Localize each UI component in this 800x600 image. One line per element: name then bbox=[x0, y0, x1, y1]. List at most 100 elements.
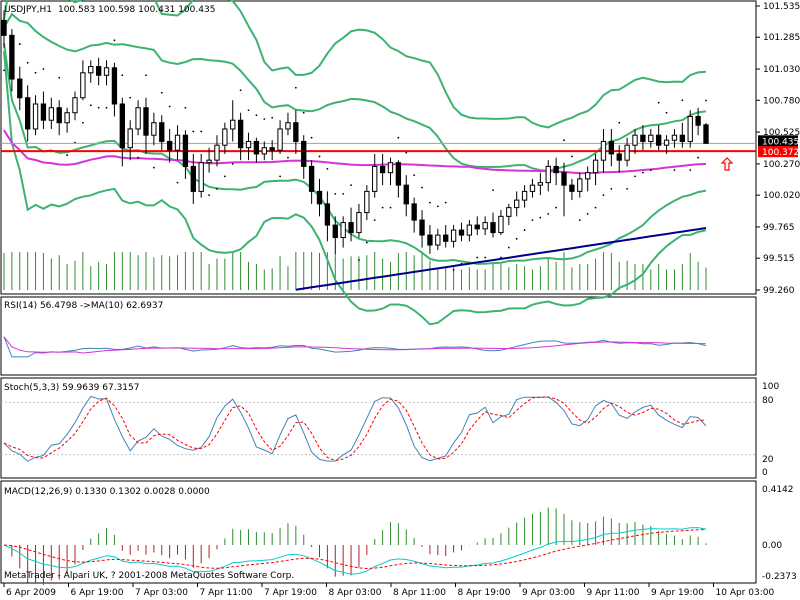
candle-body bbox=[206, 159, 212, 164]
sar-dot bbox=[665, 111, 668, 114]
time-tick-label: 7 Apr 03:00 bbox=[135, 588, 188, 598]
candle-body bbox=[648, 134, 654, 142]
candle-body bbox=[269, 147, 275, 151]
time-tick-label: 9 Apr 11:00 bbox=[587, 588, 640, 598]
candle-body bbox=[545, 165, 551, 184]
macd-level-top: 0.4142 bbox=[762, 485, 794, 495]
sar-dot bbox=[350, 184, 352, 187]
sar-dot bbox=[81, 121, 84, 124]
sar-dot bbox=[160, 91, 163, 94]
candle-body bbox=[364, 190, 370, 214]
candle-body bbox=[521, 190, 528, 201]
candle-body bbox=[490, 222, 496, 234]
sar-dot bbox=[129, 96, 132, 99]
sar-dot bbox=[326, 168, 329, 170]
candle-body bbox=[514, 199, 520, 209]
sar-dot bbox=[673, 169, 676, 172]
sar-dot bbox=[105, 106, 108, 109]
sar-dot bbox=[389, 206, 392, 209]
price-tick-label: 100.270 bbox=[763, 160, 800, 170]
sar-dot bbox=[294, 86, 297, 89]
candle-body bbox=[458, 229, 465, 236]
candle-body bbox=[529, 184, 536, 192]
candle-body bbox=[600, 140, 607, 161]
macd-label: MACD(12,26,9) 0.1330 0.1302 0.0028 0.000… bbox=[4, 487, 210, 497]
stoch-level-80: 80 bbox=[762, 396, 774, 406]
time-tick-label: 7 Apr 11:00 bbox=[200, 588, 253, 598]
candle-body bbox=[450, 229, 457, 242]
sar-dot bbox=[334, 192, 337, 195]
sar-dot bbox=[444, 201, 447, 204]
candle-body bbox=[9, 34, 15, 80]
current-price-tag: 100.435 bbox=[758, 135, 799, 147]
candle-body bbox=[222, 128, 228, 146]
sar-dot bbox=[507, 246, 510, 249]
sar-dot bbox=[3, 69, 5, 72]
sar-dot bbox=[697, 156, 700, 159]
candle-body bbox=[379, 165, 386, 174]
sar-dot bbox=[531, 219, 534, 221]
sar-dot bbox=[342, 192, 345, 195]
sar-dot bbox=[634, 175, 636, 178]
candle-body bbox=[624, 144, 630, 161]
sar-dot bbox=[523, 229, 526, 231]
sar-dot bbox=[649, 169, 652, 172]
stoch-level-20: 20 bbox=[762, 455, 774, 465]
candle-body bbox=[64, 112, 70, 124]
candle-body bbox=[671, 134, 678, 141]
candle-body bbox=[24, 97, 31, 130]
candle-body bbox=[435, 234, 441, 246]
price-tick-label: 99.515 bbox=[763, 254, 795, 264]
sar-dot bbox=[641, 171, 644, 174]
sar-dot bbox=[705, 99, 707, 102]
sar-dot bbox=[484, 256, 487, 259]
candle-body bbox=[72, 97, 78, 114]
sar-dot bbox=[436, 205, 439, 208]
sar-dot bbox=[168, 105, 171, 108]
sar-dot bbox=[271, 116, 274, 119]
sar-dot bbox=[657, 101, 660, 104]
time-tick-label: 8 Apr 03:00 bbox=[329, 588, 382, 598]
candle-body bbox=[356, 212, 362, 234]
candle-body bbox=[395, 162, 402, 186]
candle-body bbox=[151, 122, 157, 136]
sar-dot bbox=[89, 104, 92, 107]
sar-dot bbox=[429, 201, 431, 204]
copyright-text: MetaTrader - Alpari UK, ? 2001-2008 Meta… bbox=[4, 571, 294, 581]
time-tick-label: 6 Apr 19:00 bbox=[71, 588, 124, 598]
trading-chart[interactable]: USDJPY,H1 100.583 100.598 100.431 100.435… bbox=[0, 0, 800, 600]
candle-body bbox=[308, 165, 315, 192]
candle-body bbox=[159, 122, 165, 142]
candle-body bbox=[640, 134, 646, 142]
candle-body bbox=[48, 107, 54, 121]
sar-dot bbox=[263, 118, 266, 120]
sar-dot bbox=[145, 74, 147, 77]
sar-dot bbox=[318, 155, 321, 158]
time-tick-label: 8 Apr 11:00 bbox=[393, 588, 446, 598]
price-tick-label: 101.535 bbox=[763, 2, 800, 12]
candle-body bbox=[301, 140, 307, 167]
sar-dot bbox=[247, 109, 250, 112]
sar-dot bbox=[310, 136, 313, 139]
price-tick-label: 100.020 bbox=[763, 191, 800, 201]
candle-body bbox=[17, 78, 23, 99]
sar-dot bbox=[476, 256, 479, 259]
candle-body bbox=[237, 119, 244, 149]
time-tick-label: 10 Apr 03:00 bbox=[716, 588, 775, 598]
sar-dot bbox=[216, 187, 218, 190]
candle-body bbox=[198, 162, 204, 192]
sar-dot bbox=[571, 155, 573, 158]
sar-dot bbox=[515, 237, 518, 240]
svg-text:100.435: 100.435 bbox=[762, 137, 799, 147]
sar-dot bbox=[121, 74, 124, 77]
candle-body bbox=[245, 140, 252, 149]
sar-dot bbox=[618, 121, 621, 124]
sar-dot bbox=[231, 163, 234, 165]
sar-dot bbox=[66, 154, 69, 157]
candle-body bbox=[632, 134, 638, 146]
candle-body bbox=[277, 128, 283, 151]
candle-body bbox=[663, 139, 670, 146]
candle-body bbox=[466, 224, 473, 236]
sar-dot bbox=[34, 71, 37, 74]
sar-dot bbox=[602, 194, 605, 197]
